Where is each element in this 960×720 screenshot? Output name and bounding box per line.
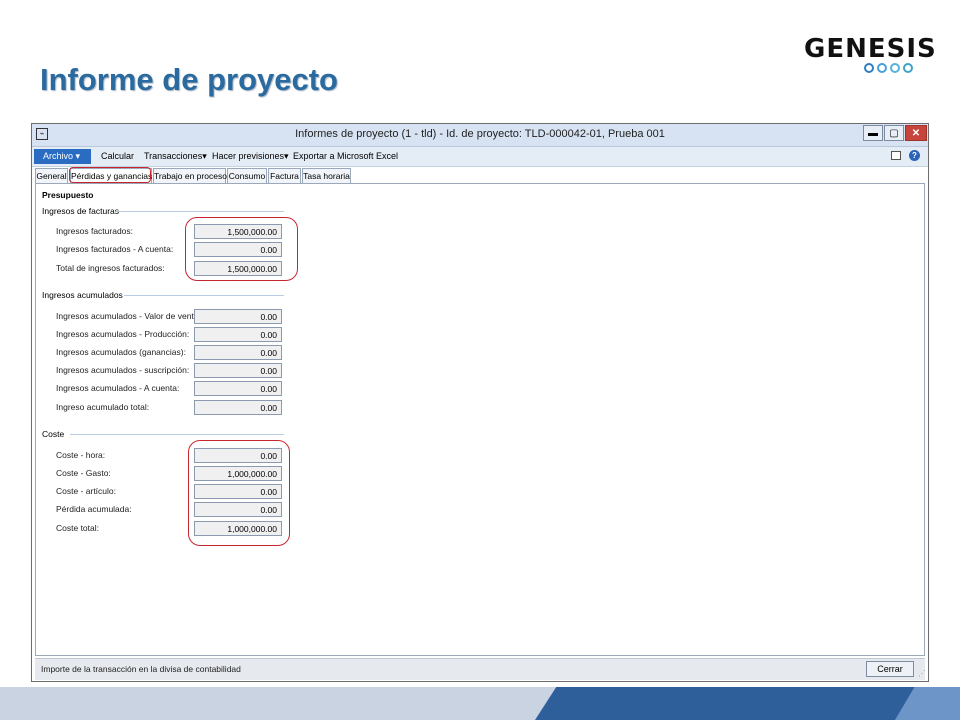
minimize-button[interactable]: ▬ (863, 125, 883, 141)
group-divider (70, 434, 284, 435)
tab-general[interactable]: General (35, 168, 68, 183)
group-title-coste: Coste (42, 429, 65, 439)
export-excel-button[interactable]: Exportar a Microsoft Excel (293, 151, 398, 161)
close-window-button[interactable]: ✕ (905, 125, 927, 141)
group-title-ingresos-facturas: Ingresos de facturas (42, 206, 120, 216)
transacciones-label: Transacciones (144, 151, 203, 161)
tab-consumo[interactable]: Consumo (227, 168, 267, 183)
hacer-previsiones-menu[interactable]: Hacer previsiones▾ (212, 151, 289, 162)
ingresos-acumulados-produccion-field[interactable]: 0.00 (194, 327, 282, 342)
status-text: Importe de la transacción en la divisa d… (41, 664, 241, 674)
field-label: Coste - artículo: (56, 486, 116, 496)
ingresos-facturados-field[interactable]: 1,500,000.00 (194, 224, 282, 239)
ingresos-facturados-a-cuenta-field[interactable]: 0.00 (194, 242, 282, 257)
group-divider (116, 211, 284, 212)
coste-hora-field[interactable]: 0.00 (194, 448, 282, 463)
field-label: Total de ingresos facturados: (56, 263, 165, 273)
ingresos-acumulados-suscripcion-field[interactable]: 0.00 (194, 363, 282, 378)
coste-articulo-field[interactable]: 0.00 (194, 484, 282, 499)
coste-total-field[interactable]: 1,000,000.00 (194, 521, 282, 536)
logo-text: GENESIS (804, 34, 937, 64)
logo-rings-icon (864, 63, 913, 73)
field-label: Ingresos facturados - A cuenta: (56, 244, 174, 254)
status-bar: Importe de la transacción en la divisa d… (35, 658, 926, 680)
maximize-button[interactable]: ▢ (884, 125, 904, 141)
window-title: Informes de proyecto (1 - tld) - Id. de … (295, 128, 665, 140)
coste-gasto-field[interactable]: 1,000,000.00 (194, 466, 282, 481)
archivo-label: Archivo (43, 151, 74, 161)
tab-content: Presupuesto Ingresos de facturas Ingreso… (35, 183, 925, 656)
archivo-menu-button[interactable]: Archivo ▾ (34, 149, 91, 164)
calcular-button[interactable]: Calcular (101, 151, 134, 161)
field-label: Coste - hora: (56, 450, 106, 460)
layout-icon[interactable] (891, 151, 901, 160)
ingresos-acumulados-a-cuenta-field[interactable]: 0.00 (194, 381, 282, 396)
tab-trabajo-en-proceso[interactable]: Trabajo en proceso (153, 168, 227, 183)
field-label: Coste - Gasto: (56, 468, 111, 478)
chevron-down-icon: ▾ (284, 151, 289, 161)
tab-factura[interactable]: Factura (268, 168, 301, 183)
perdida-acumulada-field[interactable]: 0.00 (194, 502, 282, 517)
slide-footer-accent (535, 687, 960, 720)
ingreso-acumulado-total-field[interactable]: 0.00 (194, 400, 282, 415)
genesis-logo: GENESIS (804, 34, 937, 78)
chevron-down-icon: ▾ (202, 151, 207, 161)
field-label: Ingresos acumulados - suscripción: (56, 365, 190, 375)
tab-tasa-horaria[interactable]: Tasa horaria (302, 168, 351, 183)
tab-perdidas-ganancias[interactable]: Pérdidas y ganancias (70, 168, 152, 184)
field-label: Ingreso acumulado total: (56, 402, 150, 412)
action-pane: Archivo ▾ Calcular Transacciones▾ Hacer … (32, 147, 928, 167)
help-icon[interactable]: ? (909, 150, 920, 161)
field-label: Ingresos acumulados - Producción: (56, 329, 190, 339)
field-label: Ingresos acumulados (ganancias): (56, 347, 186, 357)
field-label: Ingresos facturados: (56, 226, 134, 236)
field-label: Pérdida acumulada: (56, 504, 132, 514)
window-titlebar: ⌁ Informes de proyecto (1 - tld) - Id. d… (32, 124, 928, 147)
total-ingresos-facturados-field[interactable]: 1,500,000.00 (194, 261, 282, 276)
cerrar-button[interactable]: Cerrar (866, 661, 914, 677)
group-divider (124, 295, 284, 296)
project-report-window: ⌁ Informes de proyecto (1 - tld) - Id. d… (31, 123, 929, 682)
hacer-previsiones-label: Hacer previsiones (212, 151, 285, 161)
ingresos-acumulados-valor-ventas-field[interactable]: 0.00 (194, 309, 282, 324)
chevron-down-icon: ▾ (75, 151, 81, 161)
group-title-ingresos-acumulados: Ingresos acumulados (42, 290, 123, 300)
resize-grip-icon[interactable]: ⋰ (918, 669, 926, 678)
field-label: Ingresos acumulados - Valor de ventas: (56, 311, 206, 321)
field-label: Ingresos acumulados - A cuenta: (56, 383, 180, 393)
slide-title: Informe de proyecto (40, 62, 338, 97)
transacciones-menu[interactable]: Transacciones▾ (144, 151, 207, 162)
ingresos-acumulados-ganancias-field[interactable]: 0.00 (194, 345, 282, 360)
field-label: Coste total: (56, 523, 99, 533)
section-title: Presupuesto (42, 190, 94, 200)
